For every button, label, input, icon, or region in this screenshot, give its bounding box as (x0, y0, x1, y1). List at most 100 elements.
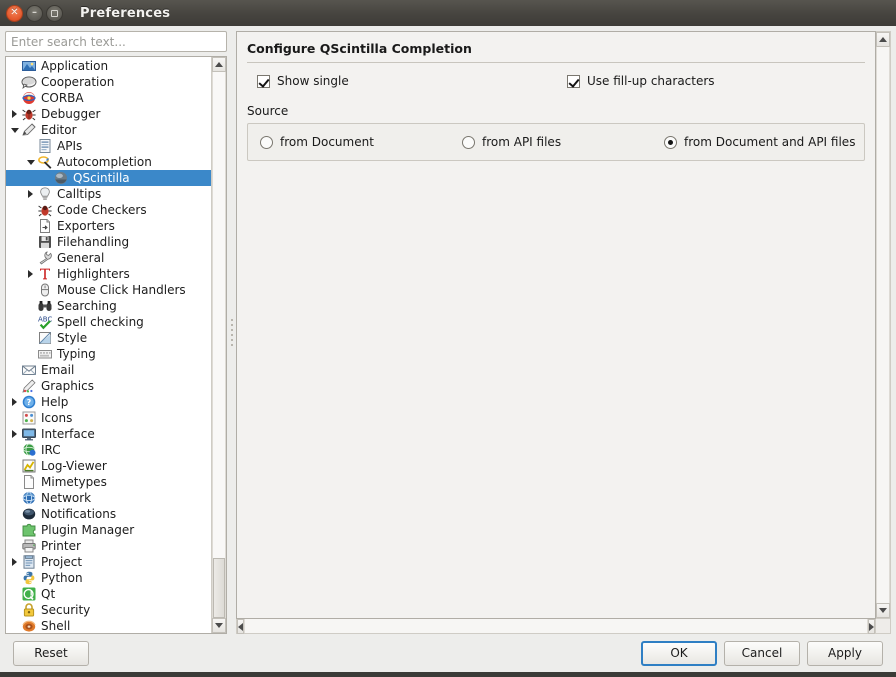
scroll-down-icon[interactable] (212, 618, 226, 633)
minimize-icon[interactable]: – (26, 4, 43, 22)
tree-item-label: CORBA (41, 91, 84, 105)
radio-circle-icon[interactable] (260, 135, 273, 149)
tree-scroll-thumb[interactable] (213, 557, 225, 618)
exporters-page-icon (37, 218, 53, 234)
tree-item-application[interactable]: Application (6, 58, 211, 74)
radio-circle-icon[interactable] (462, 135, 475, 149)
tree-item-notifications[interactable]: Notifications (6, 506, 211, 522)
tree-item-mimetypes[interactable]: Mimetypes (6, 474, 211, 490)
tree-item-general[interactable]: General (6, 250, 211, 266)
radio-from-document-and-api-files[interactable]: from Document and API files (664, 135, 855, 149)
reset-button[interactable]: Reset (13, 640, 89, 666)
chevron-right-icon[interactable] (8, 106, 21, 122)
config-horizontal-scrollbar[interactable] (236, 619, 876, 634)
tree-item-security[interactable]: Security (6, 602, 211, 618)
tree-item-qscintilla[interactable]: QScintilla (6, 170, 211, 186)
chevron-right-icon[interactable] (8, 426, 21, 442)
tree-item-project[interactable]: Project (6, 554, 211, 570)
tree-item-exporters[interactable]: Exporters (6, 218, 211, 234)
close-icon[interactable]: ✕ (6, 4, 23, 22)
scroll-up-icon[interactable] (212, 57, 226, 72)
qt-icon (21, 586, 37, 602)
tree-item-plugin-manager[interactable]: Plugin Manager (6, 522, 211, 538)
tree-item-icons[interactable]: Icons (6, 410, 211, 426)
tree-item-corba[interactable]: CORBA (6, 90, 211, 106)
tree-item-calltips[interactable]: Calltips (6, 186, 211, 202)
tree-scroll-track[interactable] (212, 72, 226, 618)
ok-button[interactable]: OK (641, 640, 717, 666)
tree-item-interface[interactable]: Interface (6, 426, 211, 442)
checkbox-use-fillup-characters[interactable]: Use fill-up characters (567, 74, 715, 88)
tree-item-label: Highlighters (57, 267, 130, 281)
chevron-right-icon[interactable] (24, 266, 37, 282)
scroll-left-icon[interactable] (237, 619, 244, 634)
spell-check-icon: ABC (37, 314, 53, 330)
application-icon (21, 58, 37, 74)
tree-item-label: Filehandling (57, 235, 130, 249)
radio-circle-selected-icon[interactable] (664, 135, 677, 149)
config-viewport: Configure QScintilla Completion Show sin… (236, 31, 876, 619)
tree-item-qt[interactable]: Qt (6, 586, 211, 602)
tree-item-typing[interactable]: Typing (6, 346, 211, 362)
tree-list[interactable]: Application Cooperation CORBA Debugger Edito… (6, 57, 211, 633)
tree-item-shell[interactable]: Shell (6, 618, 211, 633)
apply-button[interactable]: Apply (807, 640, 883, 666)
scroll-down-icon[interactable] (876, 603, 890, 618)
tree-item-code-checkers[interactable]: Code Checkers (6, 202, 211, 218)
scroll-right-icon[interactable] (868, 619, 875, 634)
tree-vertical-scrollbar[interactable] (211, 57, 226, 633)
scroll-up-icon[interactable] (876, 32, 890, 47)
pane-splitter[interactable] (227, 31, 236, 634)
right-pane: Configure QScintilla Completion Show sin… (236, 31, 891, 634)
radio-from-api-files[interactable]: from API files (462, 135, 561, 149)
search-input[interactable] (5, 31, 227, 52)
tree-item-autocompletion[interactable]: Autocompletion (6, 154, 211, 170)
tree-item-cooperation[interactable]: Cooperation (6, 74, 211, 90)
tree-item-mouse-click-handlers[interactable]: Mouse Click Handlers (6, 282, 211, 298)
checkmark-icon[interactable] (257, 74, 270, 88)
cancel-button[interactable]: Cancel (724, 640, 800, 666)
checkbox-show-single[interactable]: Show single (257, 74, 349, 88)
chevron-down-icon[interactable] (24, 154, 37, 170)
tree-item-irc[interactable]: IRC (6, 442, 211, 458)
config-vscroll-track[interactable] (876, 47, 890, 603)
tree-item-searching[interactable]: Searching (6, 298, 211, 314)
tree-item-label: Mouse Click Handlers (57, 283, 186, 297)
tree-item-label: Plugin Manager (41, 523, 135, 537)
window-title: Preferences (80, 5, 171, 21)
chevron-right-icon[interactable] (8, 394, 21, 410)
radio-from-document[interactable]: from Document (260, 135, 374, 149)
tree-item-style[interactable]: Style (6, 330, 211, 346)
tree-item-filehandling[interactable]: Filehandling (6, 234, 211, 250)
chevron-right-icon[interactable] (24, 186, 37, 202)
chevron-down-icon[interactable] (8, 122, 21, 138)
tree-item-editor[interactable]: Editor (6, 122, 211, 138)
tree-item-printer[interactable]: Printer (6, 538, 211, 554)
tree-item-spell-checking[interactable]: ABC Spell checking (6, 314, 211, 330)
tree-item-apis[interactable]: APIs (6, 138, 211, 154)
tree-item-highlighters[interactable]: Highlighters (6, 266, 211, 282)
maximize-icon[interactable] (46, 4, 63, 22)
config-scroll-area: Configure QScintilla Completion Show sin… (236, 31, 891, 619)
tree-item-help[interactable]: ? Help (6, 394, 211, 410)
tree-item-log-viewer[interactable]: Log-Viewer (6, 458, 211, 474)
tree-item-label: Project (41, 555, 83, 569)
checkmark-icon[interactable] (567, 74, 580, 88)
tree-item-network[interactable]: Network (6, 490, 211, 506)
chevron-right-icon[interactable] (8, 554, 21, 570)
tree-item-email[interactable]: Email (6, 362, 211, 378)
config-hscroll-track[interactable] (244, 619, 868, 633)
config-vertical-scrollbar[interactable] (876, 31, 891, 619)
tree-item-debugger[interactable]: Debugger (6, 106, 211, 122)
title-divider (247, 62, 865, 63)
checkbox-use-fillup-characters-label: Use fill-up characters (587, 74, 715, 88)
tree-item-graphics[interactable]: Graphics (6, 378, 211, 394)
tree-item-python[interactable]: Python (6, 570, 211, 586)
